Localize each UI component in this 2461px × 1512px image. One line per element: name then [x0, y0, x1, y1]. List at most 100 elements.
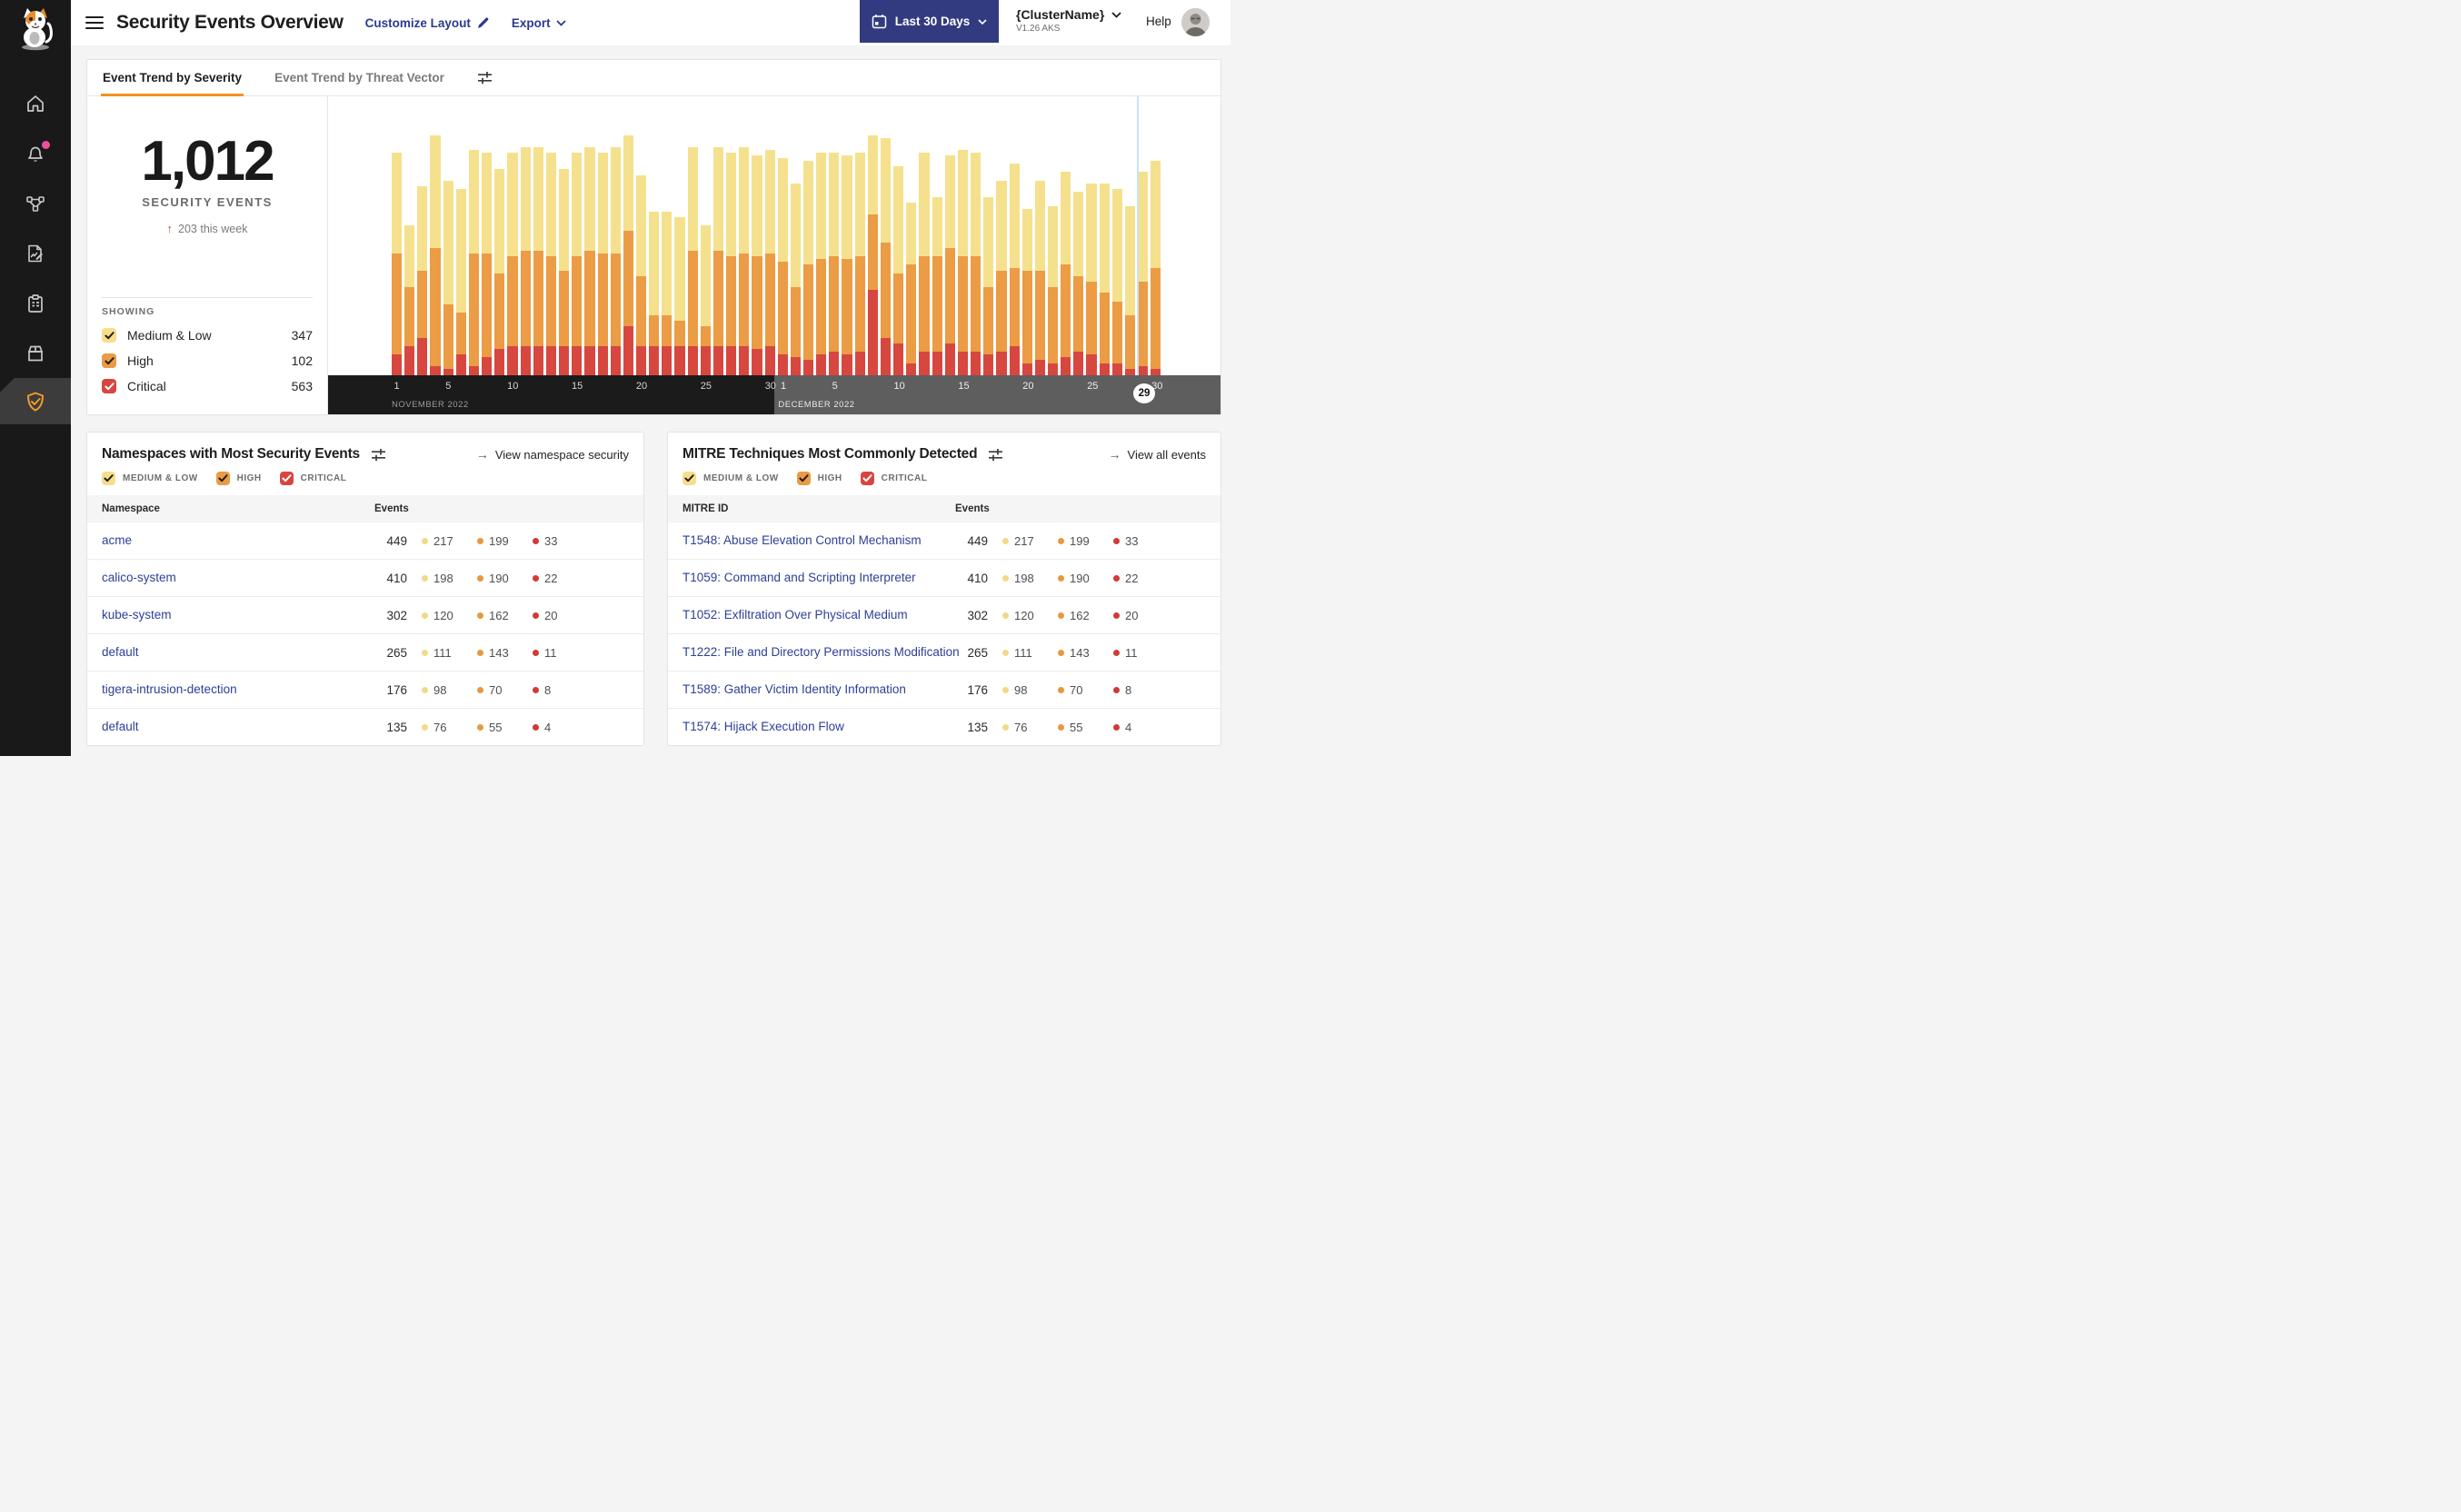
chart-bar-day-23[interactable]: [1061, 172, 1071, 377]
chart-bar-day-6[interactable]: [842, 154, 852, 377]
chart-bar-day-22[interactable]: [1047, 205, 1059, 377]
chart-bar-day-27[interactable]: [1111, 188, 1122, 377]
tab-event-trend-by-severity[interactable]: Event Trend by Severity: [100, 60, 244, 96]
severity-checkbox-high[interactable]: [102, 353, 116, 368]
date-range-selector-button[interactable]: Last 30 Days: [860, 0, 999, 43]
sidebar-item-workloads[interactable]: [0, 328, 71, 378]
export-dropdown-button[interactable]: Export: [512, 16, 566, 30]
chart-bar-day-3[interactable]: [417, 185, 428, 378]
chart-bar-day-8[interactable]: [867, 135, 878, 377]
chart-bar-day-2[interactable]: [404, 225, 415, 377]
chart-bar-day-17[interactable]: [983, 197, 994, 377]
severity-filter-checkbox[interactable]: [102, 472, 115, 485]
chart-bar-day-19[interactable]: [623, 135, 633, 378]
severity-filter-checkbox[interactable]: [860, 472, 874, 485]
chart-bar-day-20[interactable]: [1021, 208, 1032, 378]
mitre-technique-link[interactable]: T1574: Hijack Execution Flow: [683, 720, 844, 733]
severity-checkbox-medium-low[interactable]: [102, 328, 116, 343]
chart-bar-day-18[interactable]: [996, 180, 1007, 377]
chart-bar-day-3[interactable]: [803, 161, 814, 378]
chart-bar-day-13[interactable]: [932, 197, 942, 378]
sidebar-item-security-events[interactable]: [0, 378, 71, 424]
chart-bar-day-26[interactable]: [1099, 183, 1110, 377]
chart-bar-day-29[interactable]: [752, 154, 762, 377]
chart-bar-day-24[interactable]: [687, 146, 698, 377]
severity-filter-checkbox[interactable]: [683, 472, 696, 485]
chart-bar-day-6[interactable]: [455, 188, 466, 377]
chart-bar-day-25[interactable]: [700, 225, 711, 377]
namespace-link[interactable]: acme: [102, 533, 132, 547]
namespace-link[interactable]: default: [102, 720, 139, 733]
chart-bar-day-8[interactable]: [482, 152, 493, 377]
chart-bar-day-22[interactable]: [662, 211, 673, 377]
chart-bar-day-5[interactable]: [829, 152, 840, 378]
chart-bar-day-15[interactable]: [957, 149, 969, 378]
chart-bar-day-10[interactable]: [507, 152, 518, 377]
sidebar-item-service-graph[interactable]: [0, 178, 71, 228]
chart-bar-day-16[interactable]: [584, 146, 595, 377]
selected-day-badge[interactable]: 29: [1133, 383, 1156, 403]
help-link[interactable]: Help: [1146, 15, 1171, 28]
severity-filter-checkbox[interactable]: [215, 472, 230, 485]
chart-bar-day-18[interactable]: [610, 146, 621, 377]
chart-bar-day-7[interactable]: [854, 152, 865, 378]
chart-bar-day-7[interactable]: [468, 149, 480, 377]
namespace-link[interactable]: default: [102, 645, 139, 659]
chart-bar-day-14[interactable]: [944, 154, 955, 377]
chart-bar-day-27[interactable]: [726, 152, 737, 377]
chart-bar-day-10[interactable]: [893, 166, 904, 377]
chart-bar-day-30[interactable]: [764, 149, 775, 377]
mitre-technique-link[interactable]: T1548: Abuse Elevation Control Mechanism: [683, 533, 922, 547]
chart-bar-day-1[interactable]: [777, 157, 788, 377]
severity-filter-checkbox[interactable]: [796, 472, 811, 485]
chart-bar-day-12[interactable]: [533, 146, 543, 377]
mitre-technique-link[interactable]: T1059: Command and Scripting Interpreter: [683, 571, 916, 584]
view-namespace-security-link[interactable]: → View namespace security: [476, 447, 629, 462]
hamburger-menu-button[interactable]: [85, 13, 104, 33]
filter-sliders-icon[interactable]: [371, 448, 386, 462]
mitre-technique-link[interactable]: T1222: File and Directory Permissions Mo…: [683, 645, 960, 659]
chart-bar-day-1[interactable]: [392, 152, 403, 377]
severity-filter-checkbox[interactable]: [279, 472, 294, 485]
namespace-link[interactable]: tigera-intrusion-detection: [102, 682, 237, 696]
severity-filter-high[interactable]: HIGH: [215, 472, 262, 485]
severity-checkbox-critical[interactable]: [102, 379, 116, 393]
sidebar-item-reports[interactable]: [0, 228, 71, 278]
chart-bar-day-11[interactable]: [520, 146, 531, 377]
chart-bar-day-25[interactable]: [1086, 183, 1097, 377]
tab-event-trend-by-threat-vector[interactable]: Event Trend by Threat Vector: [274, 60, 444, 96]
filter-sliders-icon[interactable]: [988, 448, 1003, 462]
filter-sliders-icon[interactable]: [477, 71, 493, 85]
severity-filter-medium-low[interactable]: MEDIUM & LOW: [683, 472, 779, 485]
sidebar-item-alerts[interactable]: [0, 128, 71, 178]
severity-filter-critical[interactable]: CRITICAL: [860, 472, 928, 485]
chart-bar-day-17[interactable]: [597, 152, 608, 377]
chart-bar-day-29[interactable]: [1138, 172, 1149, 377]
chart-bar-day-28[interactable]: [1124, 205, 1136, 377]
mitre-technique-link[interactable]: T1052: Exfiltration Over Physical Medium: [683, 608, 908, 622]
chart-bar-day-4[interactable]: [430, 135, 441, 377]
chart-bar-day-30[interactable]: [1151, 161, 1161, 377]
chart-bar-day-14[interactable]: [559, 169, 570, 377]
chart-bar-day-20[interactable]: [635, 174, 647, 377]
severity-filter-high[interactable]: HIGH: [796, 472, 842, 485]
mitre-technique-link[interactable]: T1589: Gather Victim Identity Informatio…: [683, 682, 906, 696]
chart-bar-day-15[interactable]: [572, 152, 583, 377]
chart-bar-day-12[interactable]: [919, 152, 930, 378]
chart-bar-day-16[interactable]: [971, 152, 981, 378]
chart-bar-day-24[interactable]: [1073, 192, 1084, 377]
chart-bar-day-11[interactable]: [906, 203, 917, 378]
severity-filter-medium-low[interactable]: MEDIUM & LOW: [102, 472, 198, 485]
customize-layout-button[interactable]: Customize Layout: [365, 16, 490, 30]
chart-bar-day-9[interactable]: [494, 169, 505, 377]
chart-bar-day-23[interactable]: [674, 216, 685, 377]
sidebar-item-compliance[interactable]: [0, 278, 71, 328]
namespace-link[interactable]: calico-system: [102, 571, 176, 584]
chart-bar-day-21[interactable]: [1034, 180, 1045, 377]
chart-bar-day-2[interactable]: [790, 183, 801, 377]
view-all-events-link[interactable]: → View all events: [1109, 447, 1206, 462]
cluster-selector[interactable]: {ClusterName} V1.26 AKS: [1016, 7, 1121, 34]
chart-bar-day-26[interactable]: [712, 146, 724, 377]
chart-bar-day-19[interactable]: [1009, 164, 1020, 377]
chart-bar-day-28[interactable]: [739, 146, 750, 377]
